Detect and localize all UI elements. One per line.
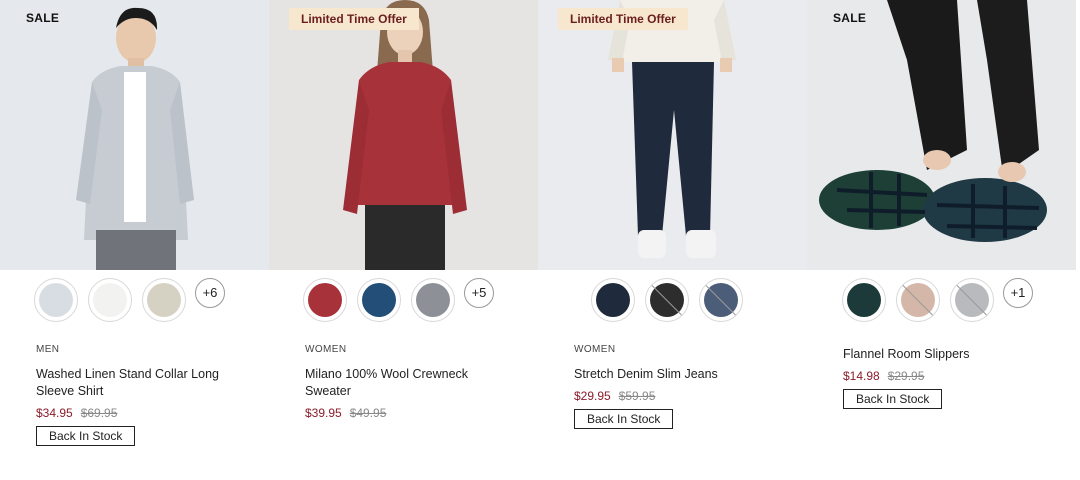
more-colors-button[interactable]: +1 [1003, 278, 1033, 308]
product-category: WOMEN [305, 344, 347, 355]
product-image[interactable]: Limited Time Offer [538, 0, 807, 270]
product-card-wool-sweater[interactable]: Limited Time Offer +5 WOMEN Milano 100% … [269, 0, 538, 480]
model-photo [76, 7, 194, 270]
swatch-thumbnail [147, 283, 181, 317]
color-swatches [538, 274, 807, 324]
color-swatch-unavailable[interactable] [645, 278, 689, 322]
color-swatch[interactable] [357, 278, 401, 322]
swatch-thumbnail [847, 283, 881, 317]
sale-badge: SALE [833, 11, 867, 25]
product-card-denim-jeans[interactable]: Limited Time Offer WOMEN Stretch Denim S… [538, 0, 807, 480]
product-card-linen-shirt[interactable]: SALE +6 MEN Washed Linen Stand Collar Lo… [0, 0, 269, 480]
color-swatch-unavailable[interactable] [896, 278, 940, 322]
sale-price: $14.98 [843, 369, 880, 383]
product-name[interactable]: Flannel Room Slippers [843, 346, 1053, 363]
swatch-thumbnail [39, 283, 73, 317]
limited-offer-badge: Limited Time Offer [558, 8, 688, 30]
limited-offer-badge: Limited Time Offer [289, 8, 419, 30]
swatch-thumbnail [901, 283, 935, 317]
color-swatch[interactable] [303, 278, 347, 322]
swatch-thumbnail [93, 283, 127, 317]
product-name[interactable]: Milano 100% Wool Crewneck Sweater [305, 366, 515, 400]
swatch-thumbnail [416, 283, 450, 317]
color-swatch[interactable] [142, 278, 186, 322]
sale-price: $29.95 [574, 389, 611, 403]
original-price: $59.95 [618, 389, 656, 403]
model-photo [819, 0, 1047, 242]
product-price: $39.95 $49.95 [305, 406, 515, 420]
color-swatches: +5 [269, 274, 538, 324]
more-colors-button[interactable]: +5 [464, 278, 494, 308]
color-swatch[interactable] [88, 278, 132, 322]
sale-badge: SALE [26, 11, 60, 25]
color-swatch[interactable] [34, 278, 78, 322]
product-price: $29.95 $59.95 [574, 389, 784, 403]
product-info: MEN Washed Linen Stand Collar Long Sleev… [36, 344, 246, 446]
back-in-stock-tag: Back In Stock [574, 409, 674, 429]
model-photo [608, 0, 736, 258]
product-price: $34.95 $69.95 [36, 406, 246, 420]
sale-price: $34.95 [36, 406, 73, 420]
product-price: $14.98 $29.95 [843, 369, 1053, 383]
product-name[interactable]: Stretch Denim Slim Jeans [574, 366, 784, 383]
product-image[interactable]: SALE [807, 0, 1076, 270]
product-image[interactable]: Limited Time Offer [269, 0, 538, 270]
color-swatch[interactable] [591, 278, 635, 322]
color-swatches: +1 [807, 274, 1076, 324]
product-grid: SALE +6 MEN Washed Linen Stand Collar Lo… [0, 0, 1080, 480]
original-price: $29.95 [887, 369, 925, 383]
swatch-thumbnail [704, 283, 738, 317]
product-info: Flannel Room Slippers $14.98 $29.95 Back … [843, 346, 1053, 409]
product-image[interactable]: SALE [0, 0, 269, 270]
product-category: MEN [36, 344, 60, 355]
color-swatch[interactable] [842, 278, 886, 322]
swatch-thumbnail [308, 283, 342, 317]
swatch-thumbnail [955, 283, 989, 317]
product-info: WOMEN Stretch Denim Slim Jeans $29.95 $59… [574, 344, 784, 429]
product-info: WOMEN Milano 100% Wool Crewneck Sweater … [305, 344, 515, 420]
product-card-room-slippers[interactable]: SALE +1 Flannel Room Slippers $14.98 $29.… [807, 0, 1076, 480]
product-category: WOMEN [574, 344, 616, 355]
original-price: $49.95 [349, 406, 387, 420]
color-swatch-unavailable[interactable] [950, 278, 994, 322]
swatch-thumbnail [650, 283, 684, 317]
color-swatches: +6 [0, 274, 269, 324]
sale-price: $39.95 [305, 406, 342, 420]
back-in-stock-tag: Back In Stock [843, 389, 943, 409]
product-name[interactable]: Washed Linen Stand Collar Long Sleeve Sh… [36, 366, 246, 400]
color-swatch[interactable] [411, 278, 455, 322]
swatch-thumbnail [596, 283, 630, 317]
color-swatch-unavailable[interactable] [699, 278, 743, 322]
more-colors-button[interactable]: +6 [195, 278, 225, 308]
original-price: $69.95 [80, 406, 118, 420]
back-in-stock-tag: Back In Stock [36, 426, 136, 446]
model-photo [343, 0, 467, 270]
swatch-thumbnail [362, 283, 396, 317]
